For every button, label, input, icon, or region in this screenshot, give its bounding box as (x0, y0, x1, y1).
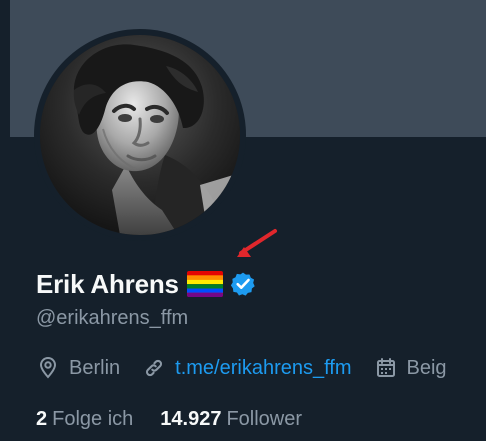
profile-page: Erik Ahrens @erikahrens_ffm Berlin t.me/… (0, 0, 486, 441)
location-item: Berlin (36, 356, 120, 380)
display-name: Erik Ahrens (36, 268, 179, 299)
joined-item: Beig (374, 356, 447, 380)
calendar-icon (376, 358, 395, 377)
follow-stats: 2 Folge ich 14.927 Follower (36, 406, 329, 432)
joined-text: Beig (406, 356, 447, 379)
rainbow-flag-icon (186, 271, 223, 297)
verified-badge-icon[interactable] (230, 271, 256, 297)
link-icon (146, 359, 163, 377)
red-arrow-icon (237, 229, 277, 257)
following-stat[interactable]: 2 Folge ich (36, 408, 133, 431)
avatar[interactable] (40, 35, 240, 235)
profile-handle: @erikahrens_ffm (36, 307, 189, 329)
location-text: Berlin (69, 356, 121, 379)
website-item[interactable]: t.me/erikahrens_ffm (142, 356, 352, 380)
display-name-row: Erik Ahrens (36, 266, 256, 302)
profile-meta-row: Berlin t.me/erikahrens_ffm Beig (36, 354, 469, 382)
avatar-photo (40, 35, 240, 235)
left-gutter (0, 0, 10, 441)
followers-stat[interactable]: 14.927 Follower (160, 408, 302, 431)
website-link[interactable]: t.me/erikahrens_ffm (175, 357, 351, 380)
followers-label: Follower (226, 407, 303, 430)
following-label: Folge ich (52, 407, 134, 430)
location-pin-icon (39, 356, 57, 379)
followers-count: 14.927 (160, 407, 222, 430)
following-count: 2 (36, 407, 48, 430)
